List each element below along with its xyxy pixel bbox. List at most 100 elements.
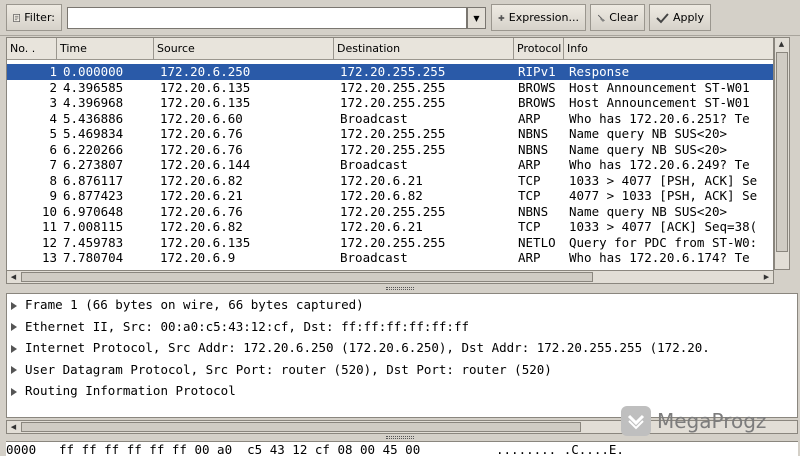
packet-source: 172.20.6.135	[160, 79, 251, 95]
expand-triangle-icon[interactable]	[11, 323, 17, 331]
watermark-logo-icon	[621, 406, 651, 436]
packet-destination: 172.20.255.255	[340, 203, 446, 219]
column-header-time[interactable]: Time	[57, 38, 154, 60]
packet-source: 172.20.6.250	[160, 64, 251, 79]
packet-list-vertical-scroll-thumb[interactable]	[776, 52, 788, 252]
packet-destination: Broadcast	[340, 110, 408, 126]
packet-destination: 172.20.255.255	[340, 64, 446, 79]
expand-triangle-icon[interactable]	[11, 344, 17, 353]
apply-button[interactable]: Apply	[649, 4, 711, 31]
detail-row-frame[interactable]: Frame 1 (66 bytes on wire, 66 bytes capt…	[7, 294, 797, 316]
packet-protocol: ARP	[518, 250, 541, 265]
detail-row-udp[interactable]: User Datagram Protocol, Src Port: router…	[7, 359, 797, 381]
expand-triangle-icon[interactable]	[11, 366, 17, 374]
packet-bytes: 0000 ff ff ff ff ff ff 00 a0 c5 43 12 cf…	[6, 441, 798, 456]
packet-list-header: No. . Time Source Destination Protocol I…	[7, 38, 773, 60]
packet-row[interactable]: 5 5.469834 172.20.6.76 172.20.255.255 NBNS Na…	[7, 126, 773, 142]
filter-dropdown-button[interactable]: ▼	[467, 7, 486, 29]
details-horizontal-scroll-thumb[interactable]	[21, 422, 581, 432]
packet-no: 6	[49, 141, 57, 157]
filter-button[interactable]: Filter:	[6, 4, 62, 31]
packet-row[interactable]: 12 7.459783 172.20.6.135 172.20.255.255 NETL…	[7, 235, 773, 251]
packet-source: 172.20.6.82	[160, 219, 243, 234]
column-header-info[interactable]: Info	[564, 38, 773, 60]
packet-info: Who has 172.20.6.174? Te	[569, 250, 750, 265]
packet-row[interactable]: 4 5.436886 172.20.6.60 Broadcast ARP Who has …	[7, 111, 773, 127]
filter-label: Filter:	[24, 11, 55, 24]
expression-button[interactable]: Expression...	[491, 4, 586, 31]
packet-source: 172.20.6.76	[160, 203, 243, 219]
detail-row-ethernet[interactable]: Ethernet II, Src: 00:a0:c5:43:12:cf, Dst…	[7, 316, 797, 338]
packet-time: 7.459783	[63, 234, 124, 250]
chevron-down-icon: ▼	[473, 13, 480, 23]
packet-time: 6.877423	[63, 188, 124, 203]
packet-row[interactable]: 3 4.396968 172.20.6.135 172.20.255.255 BROWS…	[7, 95, 773, 111]
detail-text: Ethernet II, Src: 00:a0:c5:43:12:cf, Dst…	[25, 318, 470, 334]
packet-source: 172.20.6.21	[160, 188, 243, 203]
clear-label: Clear	[609, 11, 638, 24]
bytes-offset: 0000	[6, 442, 37, 456]
packet-destination: 172.20.6.21	[340, 172, 423, 188]
packet-info: Name query NB SUS<20>	[569, 126, 728, 141]
packet-source: 172.20.6.82	[160, 172, 243, 188]
packet-no: 7	[49, 157, 57, 172]
packet-details: Frame 1 (66 bytes on wire, 66 bytes capt…	[6, 293, 798, 418]
scroll-left-arrow-icon[interactable]: ◀	[7, 421, 20, 433]
expand-triangle-icon[interactable]	[11, 387, 17, 396]
packet-protocol: TCP	[518, 172, 541, 188]
column-header-source[interactable]: Source	[154, 38, 334, 60]
packet-protocol: NETLO	[518, 234, 556, 250]
expand-triangle-icon[interactable]	[11, 301, 17, 310]
packet-rows: 1 0.000000 172.20.6.250 172.20.255.255 RIPv1…	[7, 64, 773, 266]
packet-row[interactable]: 2 4.396585 172.20.6.135 172.20.255.255 BROWS…	[7, 80, 773, 96]
packet-info: Who has 172.20.6.249? Te	[569, 157, 750, 172]
packet-protocol: BROWS	[518, 79, 556, 95]
packet-row[interactable]: 8 6.876117 172.20.6.82 172.20.6.21 TCP 1033 >…	[7, 173, 773, 189]
packet-info: Who has 172.20.6.251? Te	[569, 110, 750, 126]
detail-row-ip[interactable]: Internet Protocol, Src Addr: 172.20.6.25…	[7, 337, 797, 359]
scroll-up-arrow-icon[interactable]: ▲	[775, 38, 788, 50]
packet-list-horizontal-scroll-thumb[interactable]	[21, 272, 593, 282]
packet-source: 172.20.6.135	[160, 234, 251, 250]
packet-info: Host Announcement ST-W01	[569, 95, 750, 110]
column-header-no[interactable]: No. .	[7, 38, 57, 60]
packet-no: 3	[49, 95, 57, 110]
packet-destination: Broadcast	[340, 250, 408, 265]
packet-time: 6.876117	[63, 172, 124, 188]
detail-text: Frame 1 (66 bytes on wire, 66 bytes capt…	[25, 297, 364, 312]
detail-text: User Datagram Protocol, Src Port: router…	[25, 361, 552, 377]
packet-row[interactable]: 6 6.220266 172.20.6.76 172.20.255.255 NBNS Na…	[7, 142, 773, 158]
packet-list-vertical-scrollbar[interactable]: ▲	[774, 37, 790, 270]
checkmark-icon	[656, 12, 669, 23]
packet-row[interactable]: 11 7.008115 172.20.6.82 172.20.6.21 TCP 1033 …	[7, 219, 773, 235]
clear-button[interactable]: Clear	[590, 4, 645, 31]
packet-source: 172.20.6.76	[160, 141, 243, 157]
packet-time: 7.008115	[63, 219, 124, 234]
splitter-grip-icon	[386, 287, 414, 290]
watermark-text: MegaProgz	[657, 409, 767, 433]
packet-time: 4.396585	[63, 79, 124, 95]
packet-source: 172.20.6.76	[160, 126, 243, 141]
pane-splitter-top[interactable]	[0, 285, 800, 293]
packet-destination: 172.20.6.82	[340, 188, 423, 203]
scroll-left-arrow-icon[interactable]: ◀	[7, 271, 20, 283]
packet-info: Name query NB SUS<20>	[569, 141, 728, 157]
packet-destination: 172.20.255.255	[340, 95, 446, 110]
packet-list-horizontal-scrollbar[interactable]: ◀ ▶	[6, 270, 774, 284]
column-header-destination[interactable]: Destination	[334, 38, 514, 60]
packet-protocol: NBNS	[518, 126, 549, 141]
detail-row-rip[interactable]: Routing Information Protocol	[7, 380, 797, 402]
packet-row[interactable]: 9 6.877423 172.20.6.21 172.20.6.82 TCP 4077 >…	[7, 188, 773, 204]
column-header-protocol[interactable]: Protocol	[514, 38, 564, 60]
packet-no: 12	[41, 234, 57, 250]
packet-source: 172.20.6.9	[160, 250, 236, 265]
apply-label: Apply	[672, 11, 704, 24]
filter-input[interactable]	[67, 7, 467, 29]
packet-row[interactable]: 1 0.000000 172.20.6.250 172.20.255.255 RIPv1…	[7, 64, 773, 80]
packet-source: 172.20.6.135	[160, 95, 251, 110]
packet-row[interactable]: 10 6.970648 172.20.6.76 172.20.255.255 NBNS N…	[7, 204, 773, 220]
packet-row[interactable]: 13 7.780704 172.20.6.9 Broadcast ARP Who has …	[7, 250, 773, 266]
scroll-right-arrow-icon[interactable]: ▶	[760, 271, 773, 283]
packet-source: 172.20.6.60	[160, 110, 243, 126]
packet-row[interactable]: 7 6.273807 172.20.6.144 Broadcast ARP Who has…	[7, 157, 773, 173]
